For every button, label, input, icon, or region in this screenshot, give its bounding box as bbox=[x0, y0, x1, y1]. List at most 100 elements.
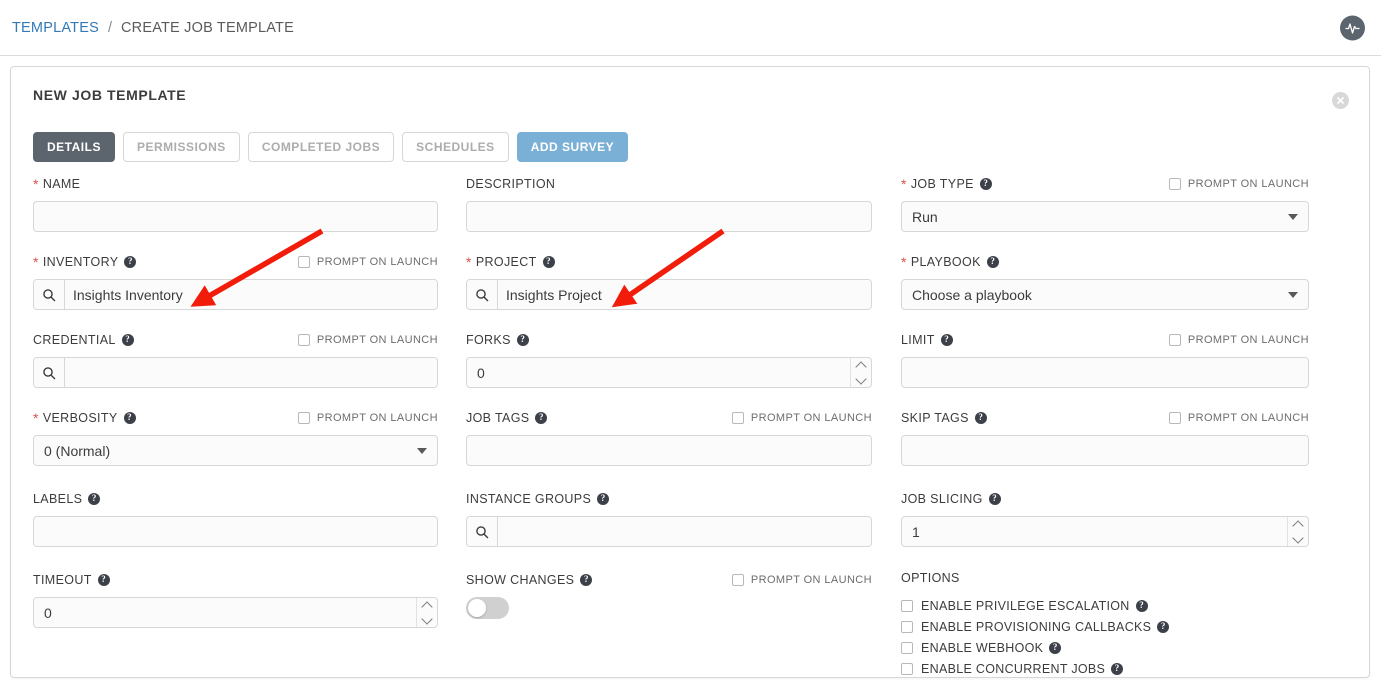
help-icon[interactable]: ? bbox=[123, 411, 136, 424]
verbosity-select[interactable] bbox=[33, 435, 438, 466]
chevron-down-icon[interactable] bbox=[1292, 531, 1304, 544]
job-type-prompt-on-launch[interactable]: PROMPT ON LAUNCH bbox=[1168, 177, 1309, 190]
enable-provisioning-callbacks-checkbox[interactable] bbox=[901, 620, 913, 633]
help-icon[interactable]: ? bbox=[1135, 599, 1148, 612]
playbook-select[interactable] bbox=[901, 279, 1309, 310]
help-icon[interactable]: ? bbox=[979, 177, 992, 190]
limit-prompt-on-launch-checkbox[interactable] bbox=[1168, 333, 1181, 346]
help-icon[interactable]: ? bbox=[986, 255, 999, 268]
job-tags-input[interactable] bbox=[466, 435, 872, 466]
add-survey-button[interactable]: ADD SURVEY bbox=[516, 132, 629, 162]
credential-prompt-on-launch[interactable]: PROMPT ON LAUNCH bbox=[297, 333, 438, 346]
field-limit-label: LIMIT ? bbox=[901, 333, 953, 347]
tab-schedules[interactable]: SCHEDULES bbox=[402, 132, 509, 162]
options-group: OPTIONS ENABLE PRIVILEGE ESCALATION ? EN… bbox=[901, 571, 1309, 677]
help-icon[interactable]: ? bbox=[516, 333, 529, 346]
option-enable-privilege-escalation[interactable]: ENABLE PRIVILEGE ESCALATION ? bbox=[901, 595, 1309, 616]
labels-input[interactable] bbox=[33, 516, 438, 547]
chevron-up-icon[interactable] bbox=[855, 360, 867, 373]
help-icon[interactable]: ? bbox=[974, 411, 987, 424]
breadcrumb-templates-link[interactable]: TEMPLATES bbox=[12, 20, 99, 36]
help-icon[interactable]: ? bbox=[97, 573, 110, 586]
job-type-prompt-on-launch-checkbox[interactable] bbox=[1168, 177, 1181, 190]
help-icon[interactable]: ? bbox=[121, 333, 134, 346]
forks-input[interactable] bbox=[466, 357, 872, 388]
help-icon[interactable]: ? bbox=[988, 492, 1001, 505]
field-project-header: * PROJECT ? bbox=[466, 253, 872, 270]
show-changes-prompt-on-launch[interactable]: PROMPT ON LAUNCH bbox=[731, 573, 872, 586]
inventory-input[interactable] bbox=[65, 280, 437, 309]
chevron-down-icon[interactable] bbox=[421, 612, 433, 625]
option-enable-provisioning-callbacks[interactable]: ENABLE PROVISIONING CALLBACKS ? bbox=[901, 616, 1309, 637]
field-name: * NAME bbox=[33, 175, 438, 232]
job-slicing-stepper bbox=[901, 516, 1309, 547]
field-labels-label: LABELS ? bbox=[33, 492, 101, 506]
field-job-type-header: * JOB TYPE ? PROMPT ON LAUNCH bbox=[901, 175, 1309, 192]
field-skip-tags-label: SKIP TAGS ? bbox=[901, 411, 987, 425]
tab-permissions[interactable]: PERMISSIONS bbox=[122, 132, 240, 162]
job-tags-prompt-on-launch-checkbox[interactable] bbox=[731, 411, 744, 424]
search-icon[interactable] bbox=[467, 280, 498, 309]
verbosity-prompt-on-launch-checkbox[interactable] bbox=[297, 411, 310, 424]
project-input[interactable] bbox=[498, 280, 871, 309]
search-icon[interactable] bbox=[34, 358, 65, 387]
job-type-select[interactable] bbox=[901, 201, 1309, 232]
tab-details[interactable]: DETAILS bbox=[33, 132, 115, 162]
prompt-on-launch-label: PROMPT ON LAUNCH bbox=[1187, 411, 1309, 424]
job-slicing-input[interactable] bbox=[901, 516, 1309, 547]
inventory-lookup bbox=[33, 279, 438, 310]
job-tags-prompt-on-launch[interactable]: PROMPT ON LAUNCH bbox=[731, 411, 872, 424]
instance-groups-input[interactable] bbox=[498, 517, 871, 546]
help-icon[interactable]: ? bbox=[1049, 641, 1062, 654]
credential-prompt-on-launch-checkbox[interactable] bbox=[297, 333, 310, 346]
description-input[interactable] bbox=[466, 201, 872, 232]
skip-tags-prompt-on-launch[interactable]: PROMPT ON LAUNCH bbox=[1168, 411, 1309, 424]
show-changes-prompt-on-launch-checkbox[interactable] bbox=[731, 573, 744, 586]
help-icon[interactable]: ? bbox=[940, 333, 953, 346]
chevron-down-icon[interactable] bbox=[855, 372, 867, 385]
help-icon[interactable]: ? bbox=[580, 573, 593, 586]
help-icon[interactable]: ? bbox=[88, 492, 101, 505]
help-icon[interactable]: ? bbox=[124, 255, 137, 268]
option-enable-webhook[interactable]: ENABLE WEBHOOK ? bbox=[901, 637, 1309, 658]
search-icon[interactable] bbox=[467, 517, 498, 546]
enable-concurrent-jobs-checkbox[interactable] bbox=[901, 662, 913, 675]
enable-webhook-checkbox[interactable] bbox=[901, 641, 913, 654]
enable-privilege-escalation-checkbox[interactable] bbox=[901, 599, 913, 612]
limit-input[interactable] bbox=[901, 357, 1309, 388]
timeout-spinner[interactable] bbox=[416, 598, 437, 627]
timeout-input[interactable] bbox=[33, 597, 438, 628]
job-slicing-spinner[interactable] bbox=[1287, 517, 1308, 546]
prompt-on-launch-label: PROMPT ON LAUNCH bbox=[316, 255, 438, 268]
playbook-select-value[interactable] bbox=[901, 279, 1309, 310]
help-icon[interactable]: ? bbox=[597, 492, 610, 505]
tab-completed-jobs[interactable]: COMPLETED JOBS bbox=[247, 132, 395, 162]
verbosity-prompt-on-launch[interactable]: PROMPT ON LAUNCH bbox=[297, 411, 438, 424]
activity-stream-icon[interactable] bbox=[1340, 15, 1365, 40]
field-description-label: DESCRIPTION bbox=[466, 176, 556, 191]
chevron-up-icon[interactable] bbox=[1292, 519, 1304, 532]
show-changes-toggle[interactable] bbox=[466, 597, 509, 619]
help-icon[interactable]: ? bbox=[542, 255, 555, 268]
help-icon[interactable]: ? bbox=[1157, 620, 1170, 633]
close-icon[interactable] bbox=[1332, 92, 1349, 109]
search-icon[interactable] bbox=[34, 280, 65, 309]
new-job-template-card: NEW JOB TEMPLATE DETAILS PERMISSIONS COM… bbox=[10, 66, 1370, 678]
job-template-form: * NAME * INVENTORY ? PROMPT ON LAUNCH In… bbox=[11, 175, 1369, 677]
inventory-prompt-on-launch[interactable]: PROMPT ON LAUNCH bbox=[297, 255, 438, 268]
option-enable-concurrent-jobs[interactable]: ENABLE CONCURRENT JOBS ? bbox=[901, 658, 1309, 677]
field-job-type: * JOB TYPE ? PROMPT ON LAUNCH bbox=[901, 175, 1309, 232]
field-job-slicing-label: JOB SLICING ? bbox=[901, 492, 1001, 506]
skip-tags-input[interactable] bbox=[901, 435, 1309, 466]
job-type-select-value[interactable] bbox=[901, 201, 1309, 232]
forks-spinner[interactable] bbox=[850, 358, 871, 387]
name-input[interactable] bbox=[33, 201, 438, 232]
verbosity-select-value[interactable] bbox=[33, 435, 438, 466]
inventory-prompt-on-launch-checkbox[interactable] bbox=[297, 255, 310, 268]
credential-input[interactable] bbox=[65, 358, 437, 387]
help-icon[interactable]: ? bbox=[1111, 662, 1124, 675]
skip-tags-prompt-on-launch-checkbox[interactable] bbox=[1168, 411, 1181, 424]
chevron-up-icon[interactable] bbox=[421, 600, 433, 613]
limit-prompt-on-launch[interactable]: PROMPT ON LAUNCH bbox=[1168, 333, 1309, 346]
help-icon[interactable]: ? bbox=[535, 411, 548, 424]
